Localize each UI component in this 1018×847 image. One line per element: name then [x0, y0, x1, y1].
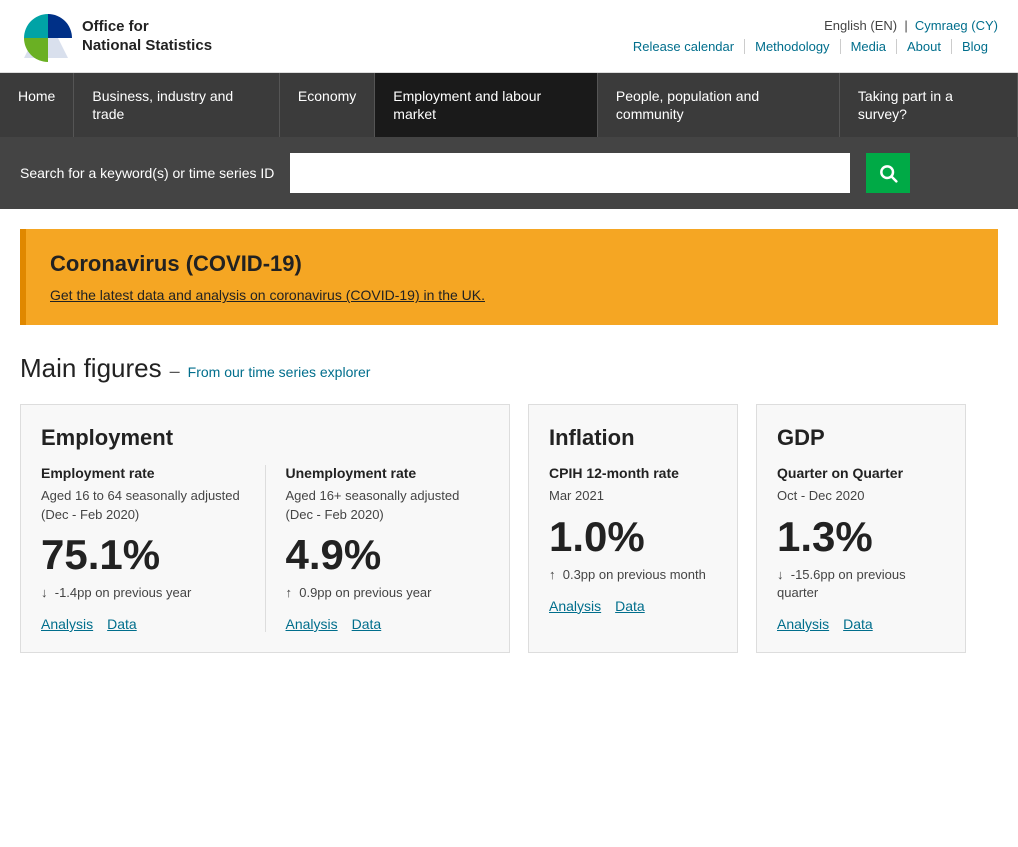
gdp-period: Oct - Dec 2020: [777, 487, 945, 505]
inflation-card: Inflation CPIH 12-month rate Mar 2021 1.…: [528, 404, 738, 653]
search-label: Search for a keyword(s) or time series I…: [20, 165, 274, 181]
gdp-value: 1.3%: [777, 516, 945, 558]
employment-card-title: Employment: [41, 425, 489, 451]
gdp-card: GDP Quarter on Quarter Oct - Dec 2020 1.…: [756, 404, 966, 653]
inflation-card-title: Inflation: [549, 425, 717, 451]
employment-rate-col: Employment rate Aged 16 to 64 seasonally…: [41, 465, 245, 632]
nav-home[interactable]: Home: [0, 73, 74, 137]
main-figures-dash: –: [170, 361, 180, 382]
employment-rate-analysis-link[interactable]: Analysis: [41, 616, 93, 632]
employment-rate-sub: Aged 16 to 64 seasonally adjusted (Dec -…: [41, 487, 245, 523]
gdp-analysis-link[interactable]: Analysis: [777, 616, 829, 632]
nav-employment[interactable]: Employment and labour market: [375, 73, 598, 137]
unemployment-rate-data-link[interactable]: Data: [352, 616, 382, 632]
inflation-analysis-link[interactable]: Analysis: [549, 598, 601, 614]
employment-divider: [265, 465, 266, 632]
logo-area: Office for National Statistics: [20, 10, 212, 62]
language-bar: English (EN) | Cymraeg (CY): [824, 18, 998, 33]
methodology-link[interactable]: Methodology: [745, 39, 840, 54]
nav-people[interactable]: People, population and community: [598, 73, 840, 137]
employment-rate-links: Analysis Data: [41, 616, 245, 632]
gdp-links: Analysis Data: [777, 616, 945, 632]
nav-business[interactable]: Business, industry and trade: [74, 73, 280, 137]
release-calendar-link[interactable]: Release calendar: [623, 39, 745, 54]
unemployment-rate-change-text: 0.9pp on previous year: [299, 585, 431, 600]
employment-rate-value: 75.1%: [41, 534, 245, 576]
header-right: English (EN) | Cymraeg (CY) Release cale…: [623, 18, 998, 54]
covid-title: Coronavirus (COVID-19): [50, 251, 974, 277]
media-link[interactable]: Media: [841, 39, 897, 54]
cards-row: Employment Employment rate Aged 16 to 64…: [20, 404, 998, 653]
search-button[interactable]: [866, 153, 910, 193]
unemployment-rate-col: Unemployment rate Aged 16+ seasonally ad…: [286, 465, 490, 632]
nav-economy[interactable]: Economy: [280, 73, 375, 137]
gdp-change-text: -15.6pp on previous quarter: [777, 567, 906, 600]
covid-link[interactable]: Get the latest data and analysis on coro…: [50, 287, 485, 303]
time-series-link[interactable]: From our time series explorer: [188, 364, 371, 380]
gdp-arrow: ↓: [777, 567, 784, 582]
main-figures-heading: Main figures: [20, 353, 162, 384]
about-link[interactable]: About: [897, 39, 952, 54]
main-content: Coronavirus (COVID-19) Get the latest da…: [0, 209, 1018, 673]
top-nav: Release calendar Methodology Media About…: [623, 39, 998, 54]
logo-text: Office for National Statistics: [82, 17, 212, 56]
inflation-value: 1.0%: [549, 516, 717, 558]
inflation-change: ↑ 0.3pp on previous month: [549, 566, 717, 584]
gdp-card-title: GDP: [777, 425, 945, 451]
unemployment-rate-value: 4.9%: [286, 534, 490, 576]
employment-rate-data-link[interactable]: Data: [107, 616, 137, 632]
employment-rate-change: ↓ -1.4pp on previous year: [41, 584, 245, 602]
search-input[interactable]: [290, 153, 850, 193]
main-navigation: Home Business, industry and trade Econom…: [0, 73, 1018, 137]
nav-survey[interactable]: Taking part in a survey?: [840, 73, 1018, 137]
unemployment-rate-arrow: ↑: [286, 585, 293, 600]
unemployment-rate-links: Analysis Data: [286, 616, 490, 632]
covid-banner: Coronavirus (COVID-19) Get the latest da…: [20, 229, 998, 325]
gdp-change: ↓ -15.6pp on previous quarter: [777, 566, 945, 602]
inflation-arrow: ↑: [549, 567, 556, 582]
employment-rate-change-text: -1.4pp on previous year: [55, 585, 192, 600]
blog-link[interactable]: Blog: [952, 39, 998, 54]
unemployment-rate-label: Unemployment rate: [286, 465, 490, 481]
employment-rate-arrow: ↓: [41, 585, 48, 600]
inflation-label: CPIH 12-month rate: [549, 465, 717, 481]
search-input-wrap: [290, 153, 850, 193]
gdp-data-link[interactable]: Data: [843, 616, 873, 632]
search-icon: [878, 163, 898, 183]
unemployment-rate-analysis-link[interactable]: Analysis: [286, 616, 338, 632]
search-bar: Search for a keyword(s) or time series I…: [0, 137, 1018, 209]
unemployment-rate-change: ↑ 0.9pp on previous year: [286, 584, 490, 602]
gdp-label: Quarter on Quarter: [777, 465, 945, 481]
unemployment-rate-sub: Aged 16+ seasonally adjusted (Dec - Feb …: [286, 487, 490, 523]
main-figures-header: Main figures – From our time series expl…: [20, 353, 998, 384]
inflation-period: Mar 2021: [549, 487, 717, 505]
employment-card: Employment Employment rate Aged 16 to 64…: [20, 404, 510, 653]
inflation-links: Analysis Data: [549, 598, 717, 614]
inflation-change-text: 0.3pp on previous month: [563, 567, 706, 582]
employment-inner: Employment rate Aged 16 to 64 seasonally…: [41, 465, 489, 632]
cymraeg-link[interactable]: Cymraeg (CY): [915, 18, 998, 33]
employment-rate-label: Employment rate: [41, 465, 245, 481]
ons-logo-icon: [20, 10, 72, 62]
inflation-data-link[interactable]: Data: [615, 598, 645, 614]
header: Office for National Statistics English (…: [0, 0, 1018, 73]
